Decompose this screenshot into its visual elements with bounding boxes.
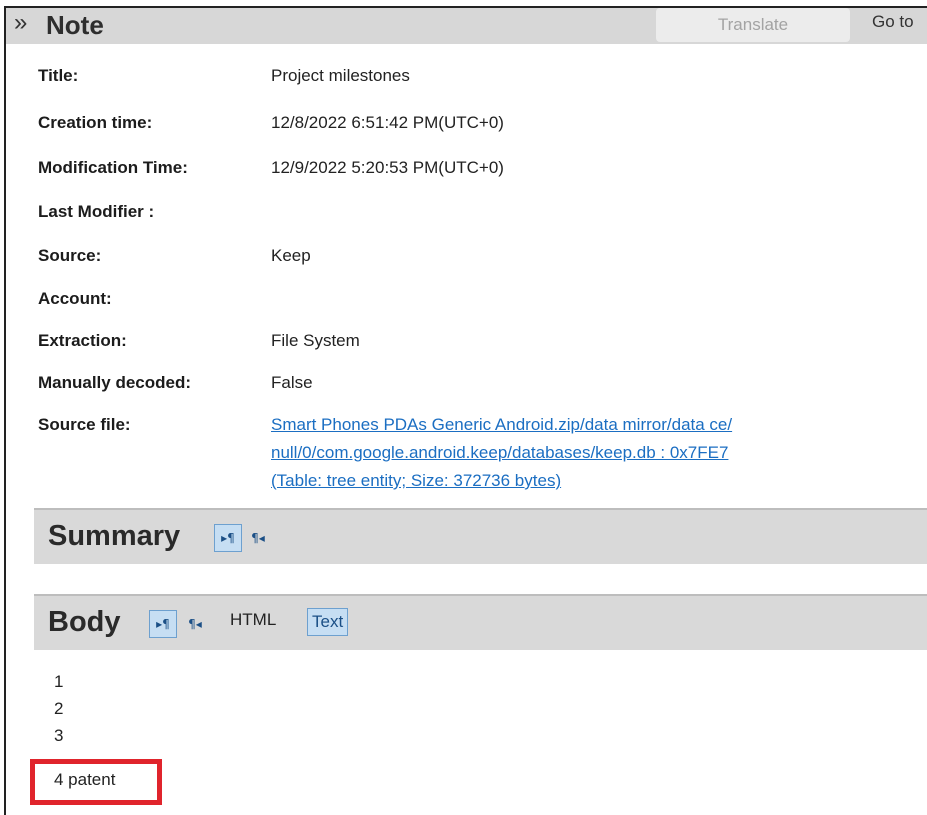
manually-decoded-value: False — [271, 373, 313, 392]
highlight-box — [30, 759, 162, 805]
source-file-label: Source file: — [38, 415, 131, 434]
title-value: Project milestones — [271, 66, 410, 85]
body-line: 1 — [54, 672, 64, 691]
panel-title: Note — [46, 10, 104, 40]
go-to-link[interactable]: Go to — [872, 12, 914, 32]
last-modifier-label: Last Modifier : — [38, 202, 155, 221]
extraction-value: File System — [271, 331, 360, 350]
expand-collapse-icon[interactable]: » — [14, 9, 27, 37]
body-line: 3 — [54, 726, 64, 745]
summary-title: Summary — [48, 520, 181, 552]
translate-button[interactable]: Translate — [656, 8, 850, 42]
html-view-toggle[interactable]: HTML — [230, 610, 276, 630]
note-panel: » Note Translate Go to Title: Project mi… — [4, 6, 927, 815]
extraction-label: Extraction: — [38, 331, 127, 350]
source-value: Keep — [271, 246, 311, 265]
creation-time-value: 12/8/2022 6:51:42 PM(UTC+0) — [271, 113, 504, 132]
manually-decoded-label: Manually decoded: — [38, 373, 192, 392]
ltr-paragraph-icon[interactable]: ▸¶ — [214, 524, 242, 552]
rtl-paragraph-icon[interactable]: ¶◂ — [244, 524, 272, 552]
body-section-header: Body ▸¶ ¶◂ HTML Text — [34, 594, 927, 650]
modification-time-label: Modification Time: — [38, 158, 188, 177]
source-label: Source: — [38, 246, 102, 265]
body-line: 2 — [54, 699, 64, 718]
summary-section-header: Summary ▸¶ ¶◂ — [34, 508, 927, 564]
title-label: Title: — [38, 66, 79, 85]
body-title: Body — [48, 606, 121, 638]
text-view-toggle[interactable]: Text — [307, 608, 349, 636]
source-file-link-line[interactable]: (Table: tree entity; Size: 372736 bytes) — [271, 470, 561, 492]
rtl-paragraph-icon[interactable]: ¶◂ — [181, 610, 209, 638]
source-file-link-line[interactable]: null/0/com.google.android.keep/databases… — [271, 442, 728, 464]
source-file-link-line[interactable]: Smart Phones PDAs Generic Android.zip/da… — [271, 414, 732, 436]
creation-time-label: Creation time: — [38, 113, 153, 132]
account-label: Account: — [38, 289, 112, 308]
note-header: » Note Translate Go to — [6, 8, 927, 44]
modification-time-value: 12/9/2022 5:20:53 PM(UTC+0) — [271, 158, 504, 177]
ltr-paragraph-icon[interactable]: ▸¶ — [149, 610, 177, 638]
